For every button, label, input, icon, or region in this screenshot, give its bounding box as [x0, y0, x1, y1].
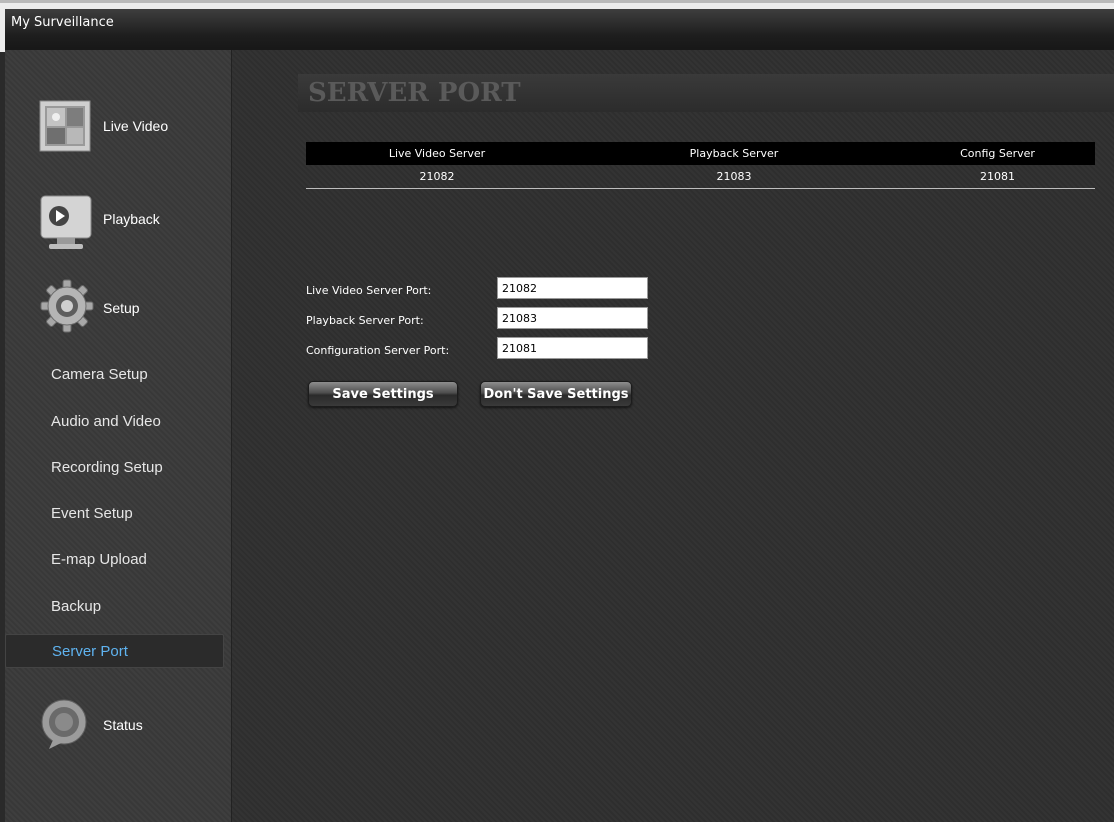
table-row: 21082 21083 21081 — [306, 165, 1095, 189]
nav-playback[interactable]: Playback — [5, 186, 230, 256]
sidebar: Live Video Playback Setup Camera Setup A… — [5, 50, 232, 822]
config-port-field[interactable] — [497, 337, 648, 359]
page-title: SERVER PORT — [298, 74, 1114, 112]
playback-icon — [39, 194, 93, 254]
save-settings-button[interactable]: Save Settings — [308, 381, 458, 407]
window-title: My Surveillance — [5, 9, 1114, 53]
dont-save-settings-button[interactable]: Don't Save Settings — [480, 381, 632, 407]
main-panel: SERVER PORT Live Video Server Playback S… — [232, 50, 1114, 822]
sidebar-item-backup[interactable]: Backup — [5, 590, 224, 624]
playback-port-label: Playback Server Port: — [306, 314, 424, 327]
gear-icon — [39, 278, 95, 338]
window-titlebar: My Surveillance — [0, 0, 1114, 53]
sidebar-item-recording-setup[interactable]: Recording Setup — [5, 451, 224, 485]
column-header-config-server: Config Server — [900, 142, 1095, 165]
config-port-label: Configuration Server Port: — [306, 344, 450, 357]
live-video-port-field[interactable] — [497, 277, 648, 299]
sidebar-item-server-port[interactable]: Server Port — [5, 634, 224, 668]
nav-live-video[interactable]: Live Video — [5, 92, 230, 162]
table-header-row: Live Video Server Playback Server Config… — [306, 142, 1095, 165]
status-icon — [39, 698, 89, 754]
sidebar-item-emap-upload[interactable]: E-map Upload — [5, 543, 224, 577]
live-video-port-label: Live Video Server Port: — [306, 284, 432, 297]
nav-status[interactable]: Status — [5, 686, 230, 756]
cell-config-port: 21081 — [900, 165, 1095, 189]
nav-status-label: Status — [103, 717, 143, 733]
column-header-live-video-server: Live Video Server — [306, 142, 568, 165]
server-port-table: Live Video Server Playback Server Config… — [306, 142, 1095, 189]
cell-live-video-port: 21082 — [306, 165, 568, 189]
nav-live-video-label: Live Video — [103, 118, 169, 134]
live-video-icon — [39, 100, 91, 156]
playback-port-field[interactable] — [497, 307, 648, 329]
nav-playback-label: Playback — [103, 211, 160, 227]
nav-setup[interactable]: Setup — [5, 276, 230, 346]
cell-playback-port: 21083 — [568, 165, 900, 189]
column-header-playback-server: Playback Server — [568, 142, 900, 165]
sidebar-item-event-setup[interactable]: Event Setup — [5, 497, 224, 531]
sidebar-item-camera-setup[interactable]: Camera Setup — [5, 358, 224, 392]
nav-setup-label: Setup — [103, 300, 140, 316]
sidebar-item-audio-and-video[interactable]: Audio and Video — [5, 405, 224, 439]
